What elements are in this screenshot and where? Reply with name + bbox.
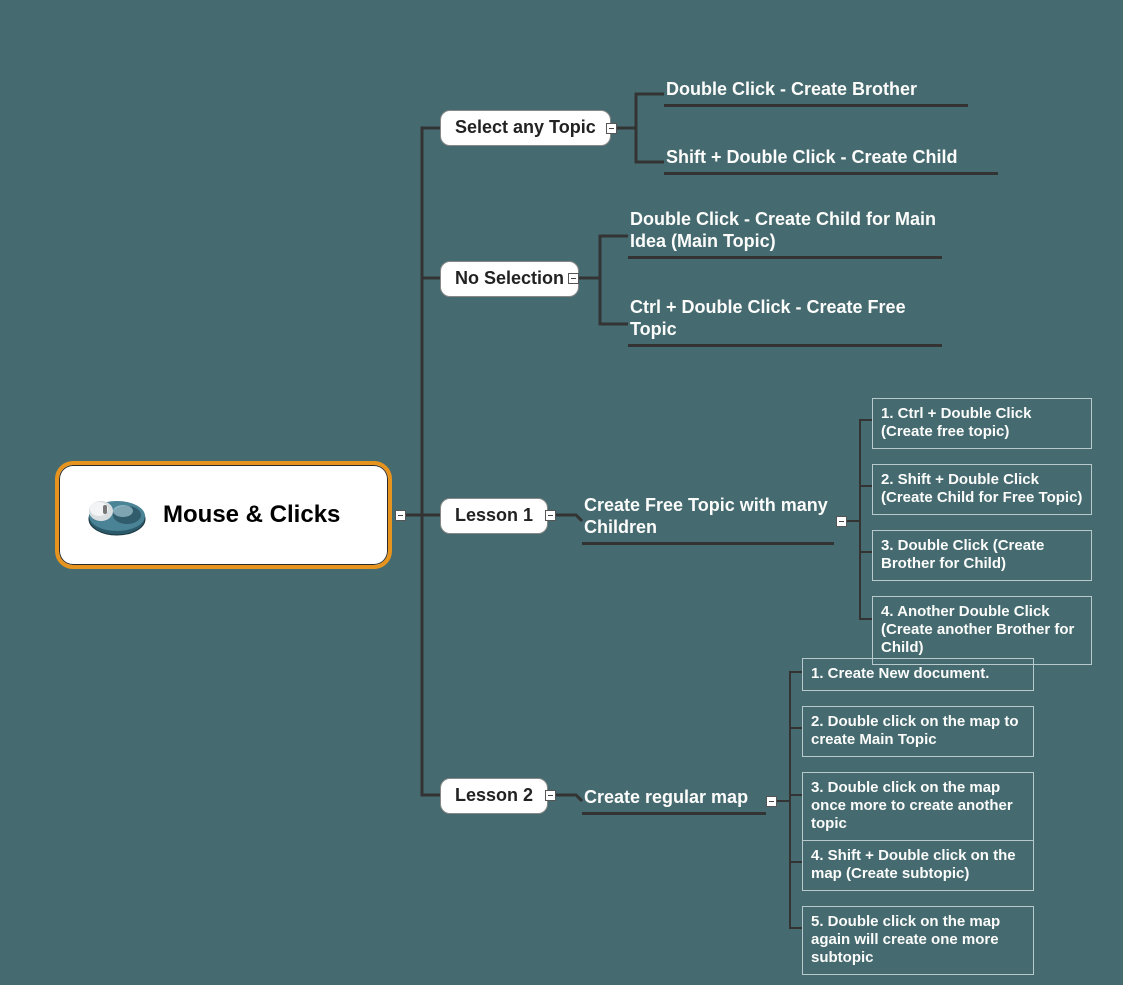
step-lesson2-1[interactable]: 1. Create New document. [802,658,1034,691]
step-lesson2-3[interactable]: 3. Double click on the map once more to … [802,772,1034,841]
root-label: Mouse & Clicks [163,501,340,529]
mouse-icon [77,489,149,541]
node-lesson-2[interactable]: Lesson 2 [440,778,548,814]
leaf-text: Shift + Double Click - Create Child [666,147,958,167]
leaf-text: Double Click - Create Child for Main Ide… [630,209,936,251]
step-text: 5. Double click on the map again will cr… [811,913,1000,966]
step-lesson1-2[interactable]: 2. Shift + Double Click (Create Child fo… [872,464,1092,515]
leaf-dblclick-brother[interactable]: Double Click - Create Brother [664,78,968,107]
step-lesson1-1[interactable]: 1. Ctrl + Double Click (Create free topi… [872,398,1092,449]
node-label: Select any Topic [455,117,596,137]
step-text: 3. Double click on the map once more to … [811,779,1013,832]
step-text: 1. Create New document. [811,665,989,682]
step-text: 2. Shift + Double Click (Create Child fo… [881,471,1082,506]
node-lesson-1[interactable]: Lesson 1 [440,498,548,534]
step-lesson2-5[interactable]: 5. Double click on the map again will cr… [802,906,1034,975]
expand-toggle[interactable] [766,796,777,807]
node-label: Lesson 1 [455,505,533,525]
step-lesson1-4[interactable]: 4. Another Double Click (Create another … [872,596,1092,665]
leaf-lesson2-sub[interactable]: Create regular map [582,786,766,815]
leaf-text: Create regular map [584,787,748,807]
expand-toggle[interactable] [568,273,579,284]
step-lesson1-3[interactable]: 3. Double Click (Create Brother for Chil… [872,530,1092,581]
leaf-lesson1-sub[interactable]: Create Free Topic with many Children [582,494,834,545]
leaf-text: Ctrl + Double Click - Create Free Topic [630,297,906,339]
root-node[interactable]: Mouse & Clicks [55,461,392,569]
node-label: No Selection [455,268,564,288]
node-select-any-topic[interactable]: Select any Topic [440,110,611,146]
expand-toggle[interactable] [606,123,617,134]
leaf-shift-dblclick-child[interactable]: Shift + Double Click - Create Child [664,146,998,175]
step-text: 4. Another Double Click (Create another … [881,603,1074,656]
leaf-ctrl-dblclick-free[interactable]: Ctrl + Double Click - Create Free Topic [628,296,942,347]
leaf-text: Double Click - Create Brother [666,79,917,99]
step-lesson2-4[interactable]: 4. Shift + Double click on the map (Crea… [802,840,1034,891]
step-lesson2-2[interactable]: 2. Double click on the map to create Mai… [802,706,1034,757]
step-text: 4. Shift + Double click on the map (Crea… [811,847,1016,882]
expand-toggle[interactable] [545,510,556,521]
leaf-dblclick-main-child[interactable]: Double Click - Create Child for Main Ide… [628,208,942,259]
step-text: 3. Double Click (Create Brother for Chil… [881,537,1044,572]
mindmap-canvas: Mouse & Clicks Select any Topic Double C… [0,0,1123,985]
step-text: 1. Ctrl + Double Click (Create free topi… [881,405,1031,440]
node-label: Lesson 2 [455,785,533,805]
expand-toggle[interactable] [545,790,556,801]
node-no-selection[interactable]: No Selection [440,261,579,297]
expand-toggle[interactable] [395,510,406,521]
leaf-text: Create Free Topic with many Children [584,495,828,537]
step-text: 2. Double click on the map to create Mai… [811,713,1019,748]
expand-toggle[interactable] [836,516,847,527]
